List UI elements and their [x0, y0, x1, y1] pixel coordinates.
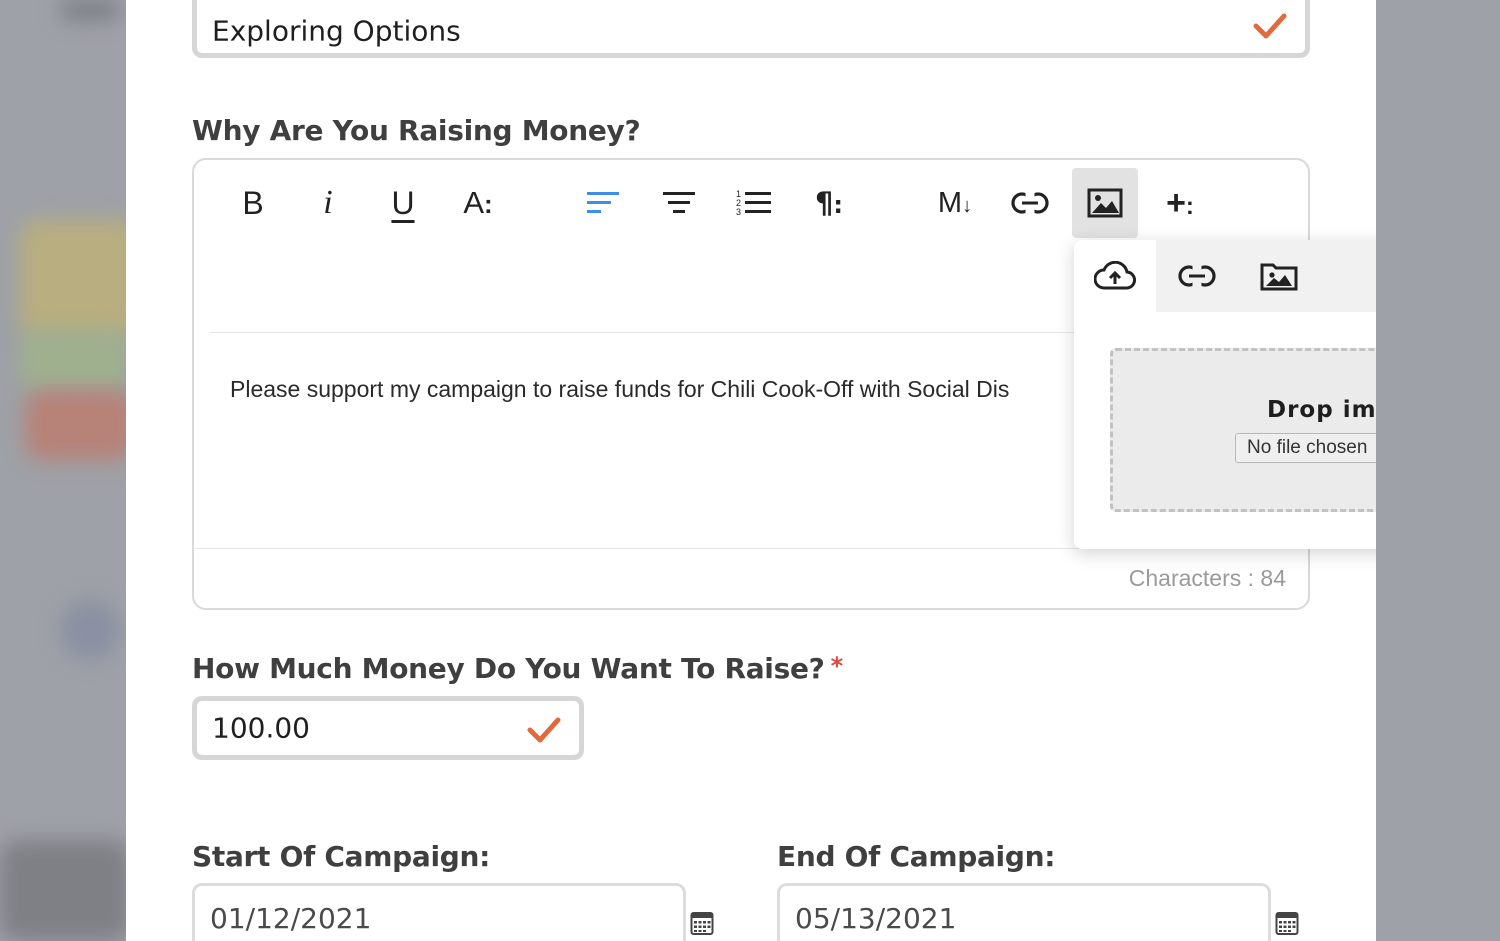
italic-button[interactable]: i: [295, 168, 361, 238]
gallery-tab[interactable]: [1238, 240, 1320, 312]
by-url-tab[interactable]: [1156, 240, 1238, 312]
underline-icon: U: [391, 184, 415, 221]
image-icon: [1087, 188, 1123, 218]
amount-label-text: How Much Money Do You Want To Raise?: [192, 652, 825, 685]
background-blur: [0, 840, 130, 941]
check-icon: [1253, 13, 1287, 39]
more-icon: +:: [1166, 183, 1194, 222]
amount-value: 100.00: [212, 711, 310, 745]
character-count: Characters : 84: [1128, 565, 1286, 591]
end-date-value: 05/13/2021: [795, 902, 957, 935]
bold-icon: B: [242, 184, 264, 221]
insert-link-button[interactable]: [997, 168, 1063, 238]
background-blur: [25, 390, 135, 460]
align-left-icon: [587, 192, 619, 213]
amount-input[interactable]: 100.00: [192, 696, 584, 760]
required-marker: *: [830, 652, 844, 680]
image-folder-icon: [1260, 263, 1298, 291]
end-date-input[interactable]: 05/13/2021: [777, 883, 1271, 941]
campaign-form-modal: Exploring Options Why Are You Raising Mo…: [126, 0, 1376, 941]
background-blur: [60, 600, 120, 660]
background-blur: [20, 220, 140, 340]
choose-file-button[interactable]: No file chosen: [1235, 433, 1376, 463]
calendar-icon[interactable]: [690, 910, 714, 936]
insert-image-button[interactable]: [1072, 168, 1138, 238]
why-label: Why Are You Raising Money?: [192, 114, 641, 147]
end-date-label: End Of Campaign:: [777, 840, 1056, 873]
check-icon: [527, 717, 561, 743]
align-center-button[interactable]: [646, 168, 712, 238]
background-blur: [60, 0, 120, 20]
upload-icon: [1094, 261, 1136, 290]
font-size-icon: A:: [463, 185, 493, 220]
markdown-icon: M↓: [937, 186, 973, 219]
amount-label: How Much Money Do You Want To Raise? *: [192, 652, 843, 685]
font-size-button[interactable]: A:: [445, 168, 511, 238]
campaign-status-value: Exploring Options: [212, 14, 461, 48]
dropzone-title: Drop ima: [1267, 397, 1376, 423]
start-date-label: Start Of Campaign:: [192, 840, 491, 873]
start-date-value: 01/12/2021: [210, 902, 372, 935]
ordered-list-icon: 1 2 3: [736, 189, 771, 217]
italic-icon: i: [323, 184, 333, 221]
start-date-input[interactable]: 01/12/2021: [192, 883, 686, 941]
campaign-status-field[interactable]: Exploring Options: [192, 0, 1310, 58]
more-button[interactable]: +:: [1147, 168, 1213, 238]
editor-content[interactable]: Please support my campaign to raise fund…: [230, 376, 1009, 403]
calendar-icon[interactable]: [1275, 910, 1299, 936]
paragraph-button[interactable]: ¶:: [796, 168, 862, 238]
background-blur: [20, 330, 130, 390]
link-icon: [1011, 192, 1049, 214]
image-dropzone[interactable]: Drop ima No file chosen: [1110, 348, 1376, 512]
link-icon: [1178, 265, 1216, 287]
svg-text:3: 3: [736, 207, 741, 217]
markdown-button[interactable]: M↓: [922, 168, 988, 238]
insert-image-popup: Drop ima No file chosen: [1074, 240, 1376, 549]
ordered-list-button[interactable]: 1 2 3: [721, 168, 787, 238]
upload-tab[interactable]: [1074, 240, 1156, 312]
align-left-button[interactable]: [571, 168, 637, 238]
align-center-icon: [663, 192, 695, 213]
underline-button[interactable]: U: [370, 168, 436, 238]
bold-button[interactable]: B: [220, 168, 286, 238]
paragraph-icon: ¶:: [814, 186, 844, 220]
